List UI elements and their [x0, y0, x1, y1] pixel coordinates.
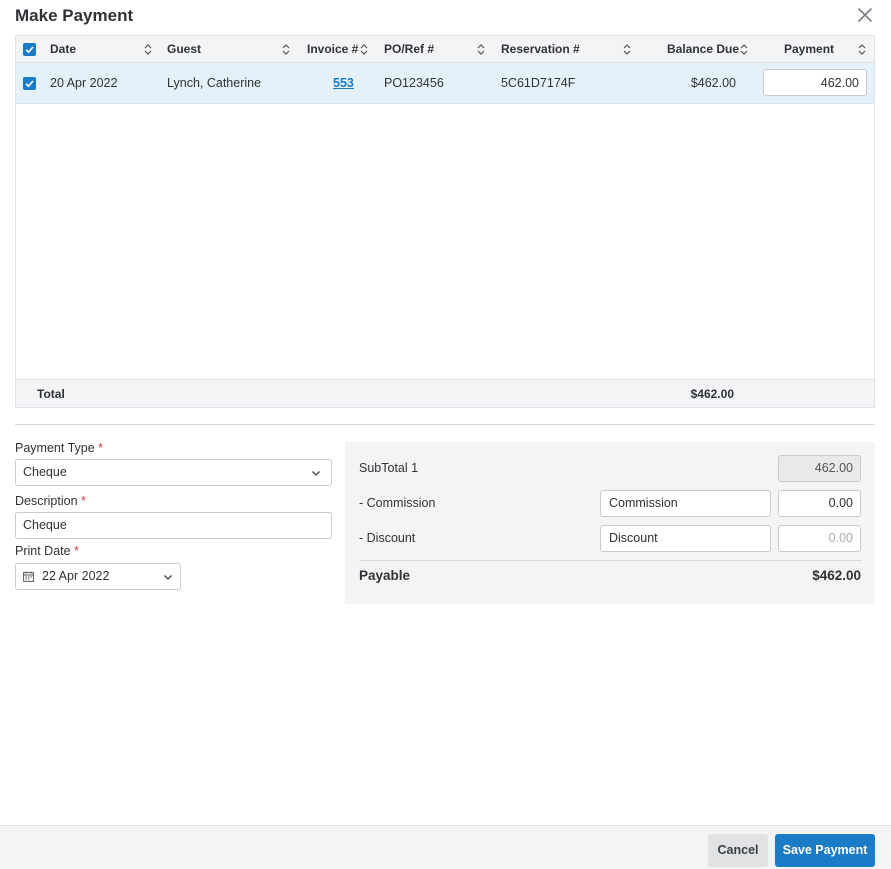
print-date-label-text: Print Date	[15, 544, 71, 558]
payment-type-value: Cheque	[23, 465, 67, 479]
discount-label: - Discount	[359, 531, 416, 545]
invoice-link[interactable]: 553	[333, 63, 354, 103]
chevron-down-icon	[164, 575, 172, 580]
payable-value: $462.00	[812, 568, 861, 583]
cell-balance-due: $462.00	[690, 76, 736, 90]
cell-date: 20 Apr 2022	[50, 76, 118, 90]
sort-icon[interactable]	[622, 43, 632, 56]
discount-text-input[interactable]: Discount	[600, 525, 771, 552]
select-all-checkbox[interactable]	[23, 43, 36, 56]
column-header-reservation[interactable]: Reservation #	[501, 36, 580, 63]
calendar-icon	[23, 571, 34, 582]
cell-po-ref: PO123456	[384, 76, 444, 90]
save-payment-button[interactable]: Save Payment	[775, 834, 875, 867]
payment-amount-input[interactable]	[763, 69, 867, 96]
grid-header: Date Guest Invoice # PO/Ref # Reservatio…	[16, 36, 874, 63]
subtotal-label: SubTotal 1	[359, 461, 419, 475]
dialog-footer: Cancel Save Payment	[0, 825, 891, 869]
sort-icon[interactable]	[359, 43, 369, 56]
table-row[interactable]: 20 Apr 2022 Lynch, Catherine 553 PO12345…	[16, 63, 874, 104]
print-date-label: Print Date *	[15, 544, 79, 558]
commission-label: - Commission	[359, 496, 436, 510]
chevron-down-icon	[312, 471, 320, 476]
column-header-payment[interactable]: Payment	[784, 36, 834, 63]
column-header-invoice[interactable]: Invoice #	[307, 36, 358, 63]
summary-panel: SubTotal 1 462.00 - Commission Commissio…	[345, 442, 875, 604]
column-header-guest[interactable]: Guest	[167, 36, 201, 63]
required-mark: *	[81, 494, 86, 508]
dialog-title: Make Payment	[15, 6, 134, 25]
cell-guest: Lynch, Catherine	[167, 76, 262, 90]
print-date-picker[interactable]: 22 Apr 2022	[15, 563, 181, 590]
grid-footer: Total $462.00	[16, 379, 874, 407]
discount-amount-input[interactable]: 0.00	[778, 525, 861, 552]
column-header-balance-due[interactable]: Balance Due	[667, 36, 739, 63]
column-header-po-ref[interactable]: PO/Ref #	[384, 36, 434, 63]
sort-icon[interactable]	[857, 43, 867, 56]
row-checkbox[interactable]	[23, 77, 36, 90]
cancel-button[interactable]: Cancel	[708, 834, 768, 867]
payment-type-select[interactable]: Cheque	[15, 459, 332, 486]
close-icon[interactable]	[856, 6, 874, 24]
sort-icon[interactable]	[739, 43, 749, 56]
description-value: Cheque	[23, 518, 67, 532]
total-balance: $462.00	[690, 387, 734, 401]
section-divider	[15, 424, 875, 425]
cell-reservation: 5C61D7174F	[501, 76, 576, 90]
print-date-value: 22 Apr 2022	[42, 569, 110, 583]
commission-amount-input[interactable]: 0.00	[778, 490, 861, 517]
summary-divider	[359, 560, 862, 561]
description-label: Description *	[15, 494, 86, 508]
checkbox-checked-icon	[25, 80, 34, 88]
payable-label: Payable	[359, 568, 411, 583]
sort-icon[interactable]	[281, 43, 291, 56]
checkbox-checked-icon	[25, 46, 34, 54]
total-label: Total	[37, 387, 65, 401]
invoice-grid: Date Guest Invoice # PO/Ref # Reservatio…	[15, 35, 875, 408]
sort-icon[interactable]	[476, 43, 486, 56]
required-mark: *	[98, 441, 104, 455]
sort-icon[interactable]	[143, 43, 153, 56]
payment-type-label-text: Payment Type	[15, 441, 95, 455]
description-label-text: Description	[15, 494, 78, 508]
subtotal-field: 462.00	[778, 455, 861, 482]
required-mark: *	[74, 544, 79, 558]
commission-text-input[interactable]: Commission	[600, 490, 771, 517]
payment-type-label: Payment Type *	[15, 441, 103, 455]
column-header-date[interactable]: Date	[50, 36, 76, 63]
description-input[interactable]: Cheque	[15, 512, 332, 539]
